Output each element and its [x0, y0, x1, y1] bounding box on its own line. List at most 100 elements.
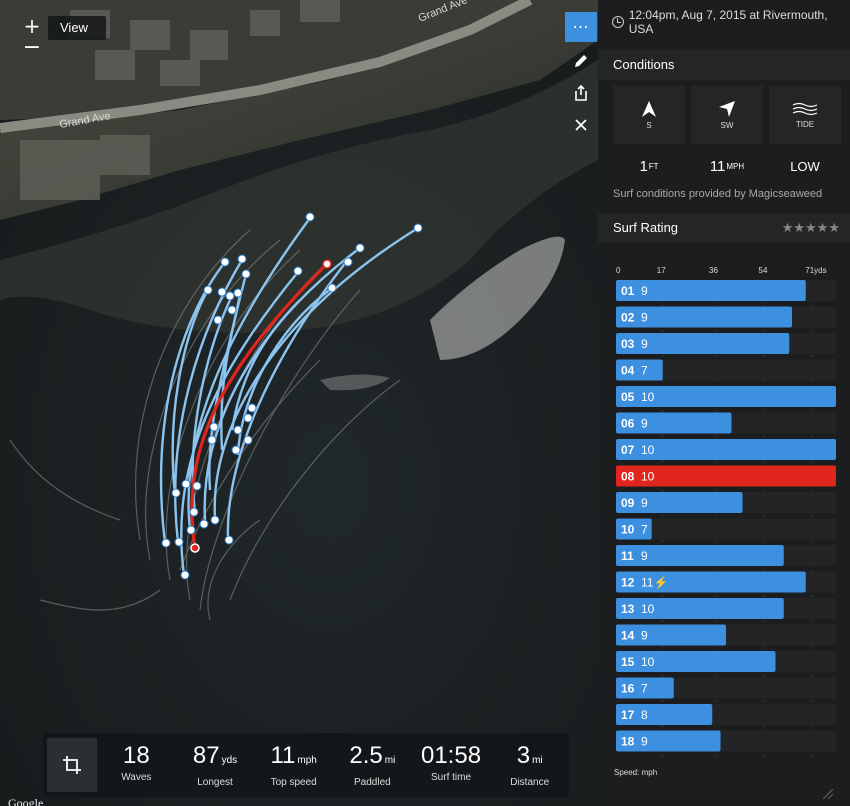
- stat-number: 3: [516, 742, 531, 769]
- wind-direction-cell: SW: [691, 86, 763, 144]
- crop-icon: [63, 756, 81, 774]
- wave-id-label: 04: [621, 364, 635, 378]
- crop-button[interactable]: [47, 738, 97, 792]
- view-button[interactable]: View: [48, 16, 106, 40]
- close-button[interactable]: [565, 110, 597, 140]
- wave-speed-label: 7: [641, 682, 648, 696]
- satellite-map: Grand Ave Grand Ave: [0, 0, 598, 806]
- wave-id-label: 12: [621, 576, 635, 590]
- wave-speed-label: 10: [641, 390, 655, 404]
- swell-direction-cell: S: [613, 86, 685, 144]
- swell-direction-arrow-icon: [642, 100, 656, 117]
- close-icon: [575, 119, 587, 131]
- session-sidebar: 12:04pm, Aug 7, 2015 at Rivermouth, USA …: [598, 0, 850, 806]
- wave-id-label: 17: [621, 708, 635, 722]
- more-options-button[interactable]: ⋯: [565, 12, 597, 42]
- wave-speed-label: 9: [641, 496, 648, 510]
- conditions-provider: Surf conditions provided by Magicseaweed: [613, 188, 823, 200]
- stat-number: 01:58: [420, 742, 482, 769]
- wave-id-label: 09: [621, 496, 635, 510]
- share-button[interactable]: [565, 78, 597, 108]
- wave-speed-label: 10: [641, 470, 655, 484]
- stat-longest: 87 yds Longest: [176, 742, 255, 788]
- stats-list: 18 Waves 87 yds Longest 11 mph Top speed 2.5 mi Pa…: [97, 742, 569, 788]
- stat-paddled: 2.5 mi Paddled: [333, 742, 412, 788]
- stat-label: Longest: [197, 777, 233, 788]
- surf-rating-title: Surf Rating: [613, 220, 679, 235]
- wave-id-label: 13: [621, 602, 635, 616]
- app-root: Grand Ave Grand Ave + − View ⋯ 18 Waves …: [0, 0, 850, 806]
- axis-tick-label: 36: [709, 266, 718, 275]
- more-icon: ⋯: [572, 19, 590, 36]
- stat-surf-time: 01:58 Surf time: [412, 742, 491, 788]
- wave-speed-label: 7: [641, 364, 648, 378]
- stat-label: Distance: [510, 777, 550, 788]
- wave-id-label: 07: [621, 443, 635, 457]
- wave-id-label: 15: [621, 655, 635, 669]
- wave-speed-label: 10: [641, 443, 655, 457]
- wave-id-label: 03: [621, 337, 635, 351]
- zoom-in-button[interactable]: +: [22, 16, 42, 36]
- stat-value: 2.5 mi: [333, 742, 412, 775]
- stat-label: Paddled: [354, 777, 391, 788]
- conditions-grid: S SW TIDE 1 FT 11 MPH LOW: [613, 86, 841, 184]
- stat-value: 18: [97, 742, 176, 770]
- wind-direction-label: SW: [720, 120, 734, 130]
- stat-unit: yds: [221, 755, 238, 766]
- wave-id-label: 06: [621, 417, 635, 431]
- rating-stars[interactable]: ★★★★★: [782, 213, 840, 243]
- stat-waves: 18 Waves: [97, 742, 176, 788]
- wave-id-label: 18: [621, 735, 635, 749]
- axis-tick-label: 17: [657, 266, 666, 275]
- wave-speed-label: 9: [641, 311, 648, 325]
- map-attribution: Google: [8, 796, 44, 806]
- wave-id-label: 02: [621, 311, 635, 325]
- pencil-icon: [575, 55, 587, 67]
- surf-rating-header: Surf Rating ★★★★★: [598, 213, 850, 243]
- wave-speed-label: 9: [641, 549, 648, 563]
- stat-number: 2.5: [349, 742, 383, 769]
- axis-tick-label: 54: [759, 266, 768, 275]
- wave-id-label: 10: [621, 523, 635, 537]
- wave-speed-label: 9: [641, 629, 648, 643]
- tide-waves-icon: [792, 102, 818, 115]
- stat-number: 87: [192, 742, 220, 769]
- resize-grip-icon: [820, 786, 834, 800]
- stat-top-speed: 11 mph Top speed: [254, 742, 333, 788]
- share-icon: [575, 84, 587, 101]
- wave-speed-label: 9: [641, 284, 648, 298]
- swell-height-unit: FT: [648, 161, 659, 171]
- clock-icon: [612, 16, 624, 28]
- wind-direction-arrow-icon: [719, 100, 735, 117]
- wave-id-label: 14: [621, 629, 635, 643]
- edit-button[interactable]: [565, 46, 597, 76]
- wave-bar-15[interactable]: [616, 651, 776, 672]
- tide-value-text: LOW: [790, 158, 820, 174]
- wave-speed-label: 7: [641, 523, 648, 537]
- zoom-out-button[interactable]: −: [22, 37, 42, 59]
- map-view[interactable]: Grand Ave Grand Ave + − View ⋯ 18 Waves …: [0, 0, 598, 806]
- wind-speed: 11 MPH: [691, 148, 763, 184]
- wave-speed-label: 11⚡: [641, 576, 668, 590]
- wave-speed-label: 10: [641, 602, 655, 616]
- stat-value: 87 yds: [176, 742, 255, 775]
- wave-id-label: 01: [621, 284, 635, 298]
- session-stats-bar: 18 Waves 87 yds Longest 11 mph Top speed 2.5 mi Pa…: [43, 733, 569, 797]
- wave-speed-label: 9: [641, 417, 648, 431]
- conditions-header: Conditions: [598, 50, 850, 80]
- wave-speed-label: 9: [641, 337, 648, 351]
- stat-distance: 3 mi Distance: [490, 742, 569, 788]
- wave-bar-09[interactable]: [616, 492, 743, 513]
- wave-id-label: 11: [621, 549, 634, 563]
- stat-unit: mi: [532, 755, 543, 766]
- axis-tick-label: 0: [616, 266, 621, 275]
- wind-speed-unit: MPH: [726, 161, 745, 171]
- stat-label: Waves: [121, 772, 152, 783]
- stat-number: 11: [270, 742, 296, 769]
- session-datetime-location: 12:04pm, Aug 7, 2015 at Rivermouth, USA: [628, 8, 828, 36]
- stat-number: 18: [122, 742, 150, 769]
- stat-value: 3 mi: [490, 742, 569, 775]
- tide-cell: TIDE: [769, 86, 841, 144]
- wave-speed-label: 9: [641, 735, 648, 749]
- stat-value: 11 mph: [254, 742, 333, 775]
